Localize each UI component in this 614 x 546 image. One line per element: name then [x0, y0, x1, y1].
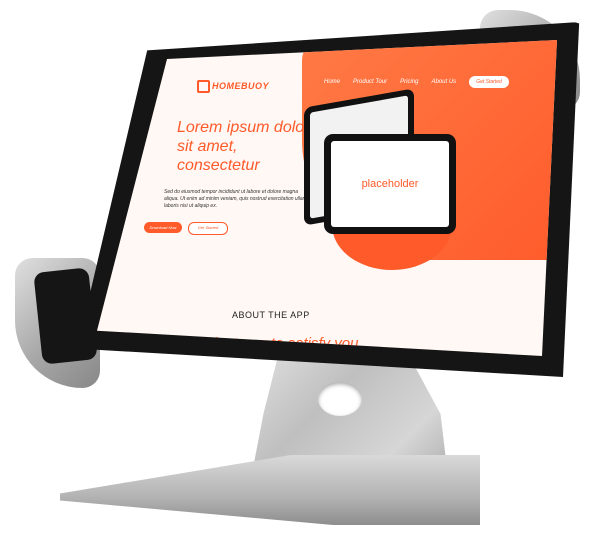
about-section-label: ABOUT THE APP [232, 310, 310, 320]
nav-item-product-tour[interactable]: Product Tour [353, 79, 387, 85]
clamp-bottom-grip [33, 267, 98, 365]
hero-subtext: Sed do eiusmod tempor incididunt ut labo… [164, 189, 313, 209]
download-button[interactable]: Download Now [144, 222, 182, 233]
logo-text: HOMEBUOY [212, 80, 270, 91]
logo-icon [197, 80, 210, 93]
get-started-button[interactable]: Get Started [188, 222, 228, 235]
hero-headline: Lorem ipsum dolor sit amet, consectetur [177, 119, 310, 174]
top-nav: Home Product Tour Pricing About Us Get S… [324, 76, 509, 88]
stand-hole [318, 382, 362, 416]
nav-item-pricing[interactable]: Pricing [400, 79, 418, 85]
stand-base [60, 455, 480, 525]
logo[interactable]: HOMEBUOY [197, 80, 269, 93]
nav-item-home[interactable]: Home [324, 79, 340, 85]
device-placeholder: placeholder [331, 141, 449, 227]
nav-item-about-us[interactable]: About Us [432, 79, 457, 85]
scene: HOMEBUOY Home Product Tour Pricing About… [0, 0, 614, 546]
get-started-nav-button[interactable]: Get Started [469, 76, 509, 88]
device-mockup-front: placeholder [324, 134, 456, 234]
